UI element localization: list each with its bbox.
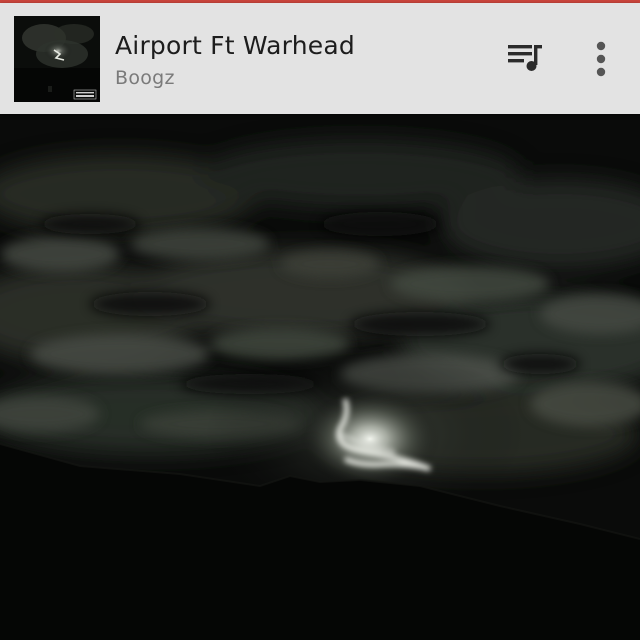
queue-music-icon	[508, 45, 542, 71]
now-playing-header[interactable]: Airport Ft Warhead Boogz	[0, 3, 640, 114]
track-artist: Boogz	[115, 67, 175, 89]
track-title: Airport Ft Warhead	[115, 31, 355, 60]
now-playing-screen: Airport Ft Warhead Boogz	[0, 0, 640, 640]
queue-button[interactable]	[500, 37, 548, 81]
more-vert-icon	[596, 41, 606, 77]
album-art-thumbnail[interactable]	[14, 16, 100, 102]
album-artwork	[0, 114, 640, 640]
more-options-button[interactable]	[582, 37, 620, 85]
